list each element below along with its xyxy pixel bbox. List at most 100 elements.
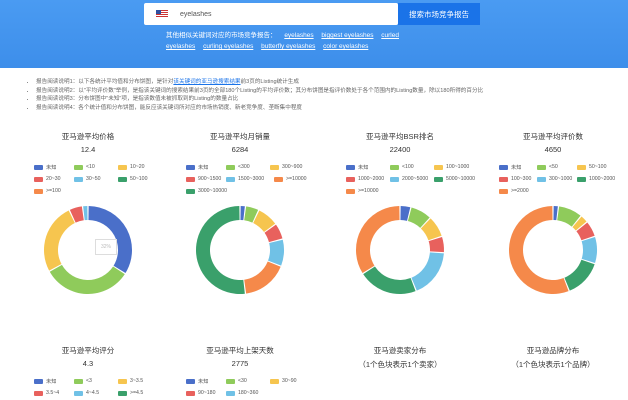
legend-item[interactable]: 10~20	[118, 164, 145, 170]
legend-item[interactable]: >=10000	[274, 176, 306, 182]
legend-swatch	[390, 164, 399, 170]
search-input[interactable]	[180, 7, 380, 21]
legend-label: 未知	[46, 165, 57, 171]
legend-swatch	[34, 165, 43, 170]
legend-item[interactable]: 未知	[34, 164, 56, 171]
stat-card-title: 亚马逊平均BSR排名	[366, 132, 434, 141]
legend-item[interactable]: 1000~2000	[346, 176, 384, 182]
related-keyword-link[interactable]: eyelashes	[284, 32, 313, 39]
donut-slice[interactable]	[553, 206, 558, 221]
stat-card-title: 亚马逊平均月销量	[210, 132, 270, 141]
legend-item[interactable]: 1500~3000	[226, 176, 264, 182]
hero-search-banner: 搜索市场竞争报告 其他相似关键词对应的市场竞争报告： eyelashes big…	[0, 0, 628, 68]
stat-card: 亚马逊平均BSR排名 22400	[330, 131, 470, 154]
legend-label: <100	[402, 164, 414, 170]
legend-label: 100~300	[511, 176, 532, 182]
legend-item[interactable]: 1000~2000	[577, 176, 615, 182]
legend-item[interactable]: 未知	[346, 164, 368, 171]
search-box[interactable]	[144, 3, 398, 25]
legend-item[interactable]: 未知	[186, 378, 208, 385]
donut-slice[interactable]	[564, 259, 595, 291]
donut-slice[interactable]	[268, 239, 284, 266]
legend-swatch	[186, 176, 195, 182]
legend-item[interactable]: 30~50	[74, 176, 101, 182]
legend-item[interactable]: 300~900	[270, 164, 302, 170]
legend-label: <50	[549, 164, 558, 170]
donut-slice[interactable]	[196, 206, 245, 294]
donut-slice[interactable]	[356, 206, 400, 274]
legend-item[interactable]: >=2000	[499, 188, 529, 194]
us-flag-icon[interactable]	[156, 10, 168, 18]
legend-item[interactable]: <3	[74, 378, 92, 384]
legend-item[interactable]: <300	[226, 164, 250, 170]
legend-label: 900~1500	[198, 176, 222, 182]
legend-item[interactable]: 未知	[186, 164, 208, 171]
legend-item[interactable]: 未知	[499, 164, 521, 171]
donut-chart	[43, 206, 133, 294]
legend-item[interactable]: 30~90	[270, 378, 297, 384]
legend-item[interactable]: 3.5~4	[34, 390, 59, 396]
stat-card: 亚马逊品牌分布 （1个色块表示1个品牌）	[483, 345, 623, 370]
stat-card-value: 4650	[544, 145, 562, 154]
legend-item[interactable]: <50	[537, 164, 558, 170]
stat-card-title: 亚马逊平均上架天数	[206, 346, 274, 355]
legend-item[interactable]: 未知	[34, 378, 56, 385]
legend-swatch	[34, 379, 43, 384]
legend-item[interactable]: 20~30	[34, 176, 61, 182]
related-keyword-link[interactable]: curled	[381, 32, 399, 39]
related-keyword-link[interactable]: biggest eyelashes	[321, 32, 373, 39]
legend-item[interactable]: 3000~10000	[186, 188, 227, 194]
legend-item[interactable]: 180~360	[226, 390, 258, 396]
search-results-link[interactable]: 该关键词的亚马逊搜索结果	[173, 79, 240, 85]
legend-swatch	[34, 188, 43, 194]
legend-label: 50~100	[589, 164, 607, 170]
donut-slice[interactable]	[43, 210, 75, 271]
legend-item[interactable]: 50~100	[577, 164, 606, 170]
donut-slice[interactable]	[240, 206, 245, 221]
stat-card-value: 6284	[231, 145, 249, 154]
note-text: 报告阅读说明1：以下各统计平均值和分布饼图，是针对	[36, 79, 174, 85]
legend-item[interactable]: 90~180	[186, 390, 215, 396]
legend-item[interactable]: 100~300	[499, 176, 531, 182]
legend-swatch	[390, 176, 399, 182]
donut-chart	[196, 206, 284, 294]
legend-swatch	[434, 164, 443, 170]
legend-item[interactable]: >=4.5	[118, 390, 143, 396]
legend-item[interactable]: 4~4.5	[74, 390, 99, 396]
legend-item[interactable]: <30	[226, 378, 247, 384]
related-keyword-link[interactable]: color eyelashes	[323, 43, 368, 50]
legend-label: >=2000	[511, 188, 529, 194]
legend-label: 2000~5000	[402, 176, 429, 182]
legend-item[interactable]: 2000~5000	[390, 176, 428, 182]
legend-label: 30~50	[86, 176, 101, 182]
legend-item[interactable]: 5000~10000	[434, 176, 475, 182]
donut-slice[interactable]	[411, 252, 444, 291]
legend-label: 1500~3000	[238, 176, 265, 182]
donut-slice[interactable]	[83, 206, 88, 221]
related-keyword-link[interactable]: curling eyelashes	[203, 43, 253, 50]
legend-label: 1000~2000	[358, 176, 385, 182]
legend-item[interactable]: 100~1000	[434, 164, 469, 170]
legend-label: 300~900	[282, 164, 303, 170]
legend-item[interactable]: >=100	[34, 188, 61, 194]
legend-swatch	[346, 176, 355, 182]
stat-card-value: 22400	[389, 145, 411, 154]
legend-label: 90~180	[198, 390, 216, 396]
legend-item[interactable]: 300~1000	[537, 176, 572, 182]
legend-label: 20~30	[46, 176, 61, 182]
related-keyword-link[interactable]: eyelashes	[166, 43, 195, 50]
legend-item[interactable]: 900~1500	[186, 176, 221, 182]
donut-slice[interactable]	[363, 266, 416, 294]
legend-item[interactable]: 50~100	[118, 176, 147, 182]
legend-item[interactable]: >=10000	[346, 188, 378, 194]
donut-slice[interactable]	[581, 237, 597, 263]
legend-item[interactable]: <100	[390, 164, 414, 170]
stat-card: 亚马逊平均评分 4.3	[18, 345, 158, 368]
search-report-button[interactable]: 搜索市场竞争报告	[398, 3, 480, 25]
legend-swatch	[537, 164, 546, 170]
donut-slice[interactable]	[49, 264, 125, 294]
legend-item[interactable]: 3~3.5	[118, 378, 143, 384]
donut-slice[interactable]	[244, 261, 281, 294]
legend-item[interactable]: <10	[74, 164, 95, 170]
related-keyword-link[interactable]: butterfly eyelashes	[261, 43, 315, 50]
